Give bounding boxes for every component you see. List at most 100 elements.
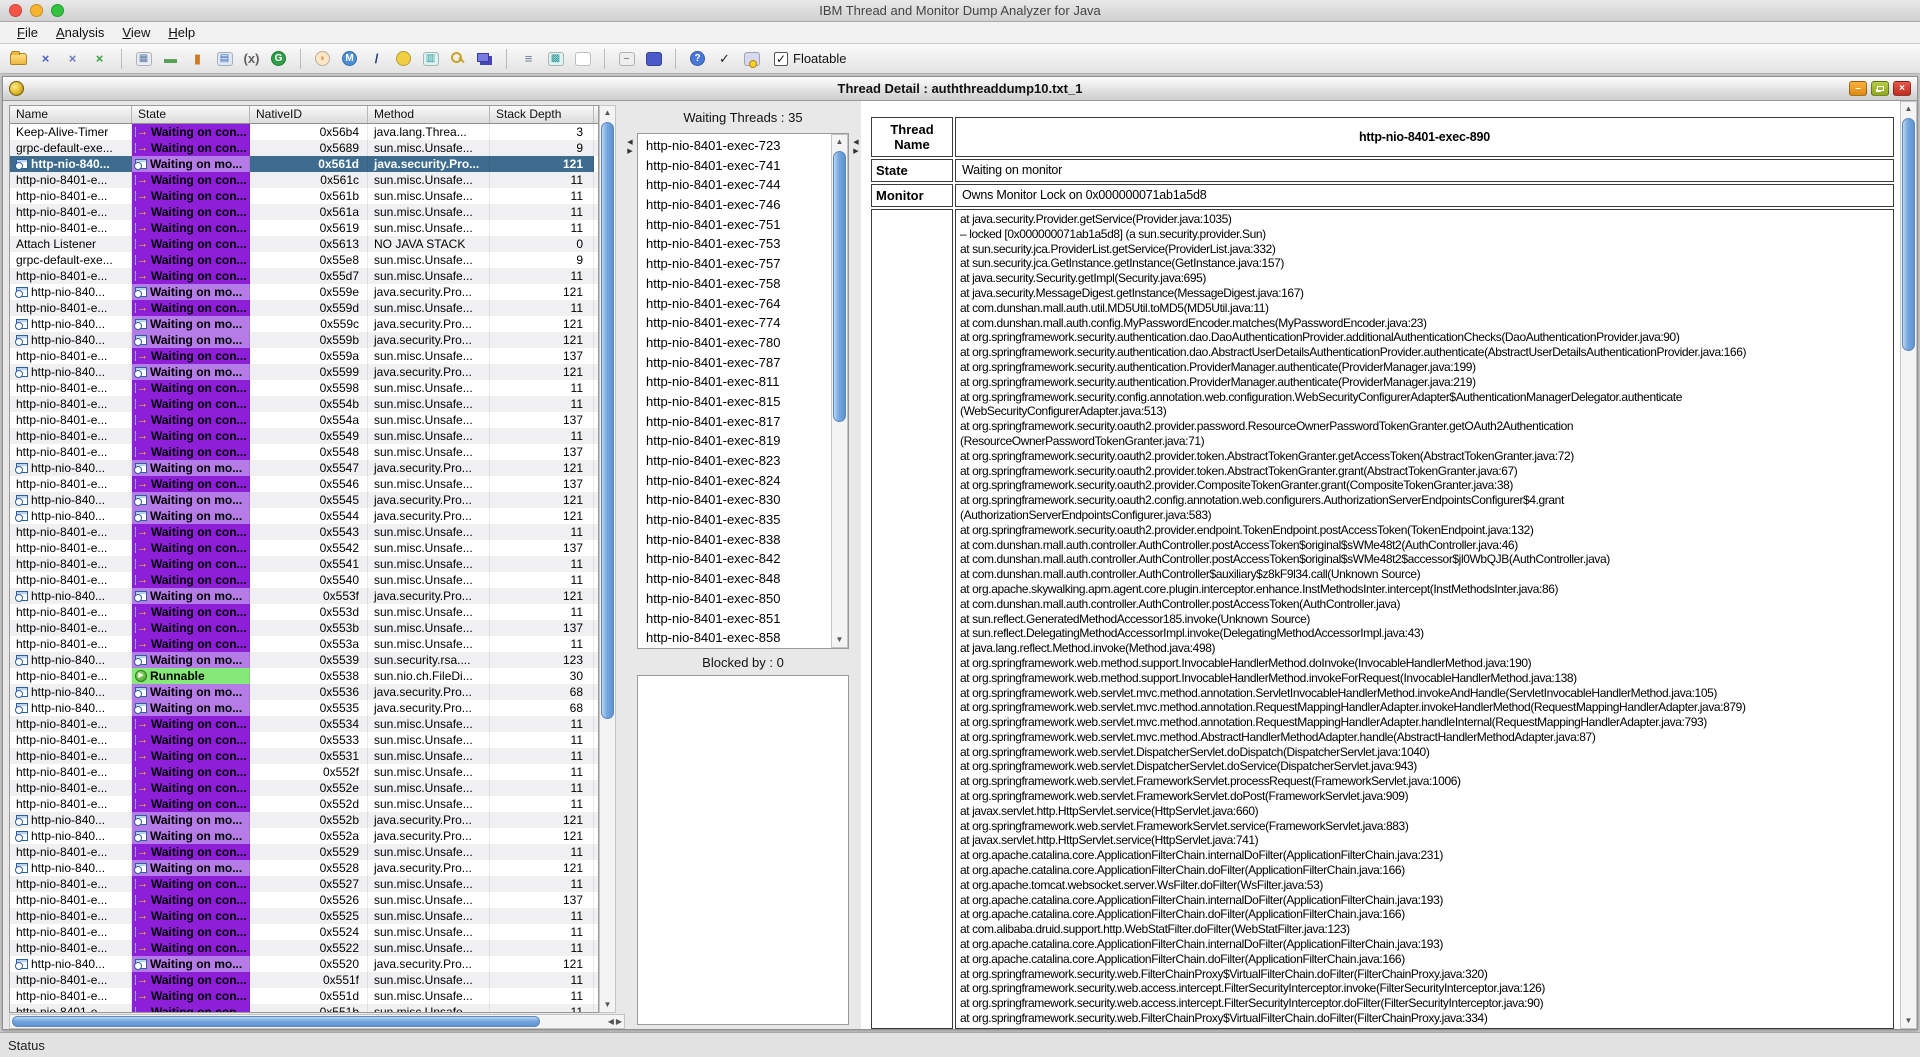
table-row[interactable]: http-nio-8401-e...→Waiting on con...0x55… (10, 972, 598, 988)
table-row[interactable]: http-nio-8401-e...→Waiting on con...0x55… (10, 748, 598, 764)
minimized-window-button[interactable]: – (616, 48, 637, 69)
waiting-thread-item[interactable]: http-nio-8401-exec-764 (638, 294, 831, 314)
table-row[interactable]: http-nio-8401-e...→Waiting on con...0x55… (10, 556, 598, 572)
table-row[interactable]: http-nio-8401-e...→Waiting on con...0x55… (10, 300, 598, 316)
collapse-left-icon[interactable]: ◀ (627, 139, 632, 146)
gear-button[interactable] (393, 48, 414, 69)
column-header-stack-depth[interactable]: Stack Depth (490, 106, 594, 123)
table-row[interactable]: http-nio-8401-e...→Waiting on con...0x56… (10, 204, 598, 220)
table-row[interactable]: http-nio-8401-e...→Waiting on con...0x55… (10, 524, 598, 540)
table-row[interactable]: http-nio-8401-e...→Waiting on con...0x55… (10, 732, 598, 748)
thread-table[interactable]: NameStateNativeIDMethodStack Depth Keep-… (9, 105, 599, 1013)
thread-table-hscrollbar[interactable]: ◀▶ (9, 1014, 625, 1029)
table-row[interactable]: http-nio-840...Waiting on mo...0x5547jav… (10, 460, 598, 476)
table-row[interactable]: http-nio-840...Waiting on mo...0x5545jav… (10, 492, 598, 508)
blocked-by-list[interactable] (637, 675, 849, 1025)
waiting-thread-item[interactable]: http-nio-8401-exec-838 (638, 530, 831, 550)
waiting-threads-list[interactable]: http-nio-8401-exec-723http-nio-8401-exec… (637, 133, 849, 649)
split-divider-right[interactable]: ◀ ▶ (851, 101, 861, 1029)
table-row[interactable]: http-nio-8401-e...→Waiting on con...0x55… (10, 924, 598, 940)
table-row[interactable]: http-nio-8401-e...→Waiting on con...0x56… (10, 172, 598, 188)
table-row[interactable]: http-nio-8401-e...→Waiting on con...0x56… (10, 220, 598, 236)
expand-right-icon[interactable]: ▶ (853, 148, 858, 155)
system-monitor-button[interactable]: ▥ (420, 48, 441, 69)
table-row[interactable]: http-nio-8401-e...→Waiting on con...0x55… (10, 396, 598, 412)
table-row[interactable]: Keep-Alive-Timer→Waiting on con...0x56b4… (10, 124, 598, 140)
waiting-thread-item[interactable]: http-nio-8401-exec-774 (638, 313, 831, 333)
zoom-window-icon[interactable] (51, 4, 64, 17)
waiting-thread-item[interactable]: http-nio-8401-exec-835 (638, 510, 831, 530)
ruler-button[interactable]: ▬ (160, 48, 181, 69)
cascade-windows-button[interactable] (474, 48, 495, 69)
table-row[interactable]: http-nio-840...Waiting on mo...0x553fjav… (10, 588, 598, 604)
table-row[interactable]: http-nio-840...Waiting on mo...0x5536jav… (10, 684, 598, 700)
table-row[interactable]: http-nio-8401-e...→Waiting on con...0x55… (10, 796, 598, 812)
scroll-up-icon[interactable]: ▲ (604, 106, 612, 120)
column-header-state[interactable]: State (132, 106, 250, 123)
table-row[interactable]: http-nio-8401-e...→Waiting on con...0x55… (10, 780, 598, 796)
table-row[interactable]: http-nio-8401-e...→Waiting on con...0x55… (10, 476, 598, 492)
native-quill-button[interactable]: / (366, 48, 387, 69)
key-button[interactable] (447, 48, 468, 69)
waiting-thread-item[interactable]: http-nio-8401-exec-758 (638, 274, 831, 294)
floatable-checkbox[interactable]: ✓ (774, 52, 788, 66)
thread-table-vscrollbar[interactable]: ▲ ▼ (599, 105, 616, 1013)
waiting-thread-item[interactable]: http-nio-8401-exec-842 (638, 549, 831, 569)
scroll-down-icon[interactable]: ▼ (1905, 1014, 1913, 1028)
close-window-icon[interactable] (9, 4, 22, 17)
delete-button[interactable]: × (89, 48, 110, 69)
scroll-right-icon[interactable]: ▶ (616, 1017, 622, 1026)
monitor-m-button[interactable]: M (339, 48, 360, 69)
scroll-down-icon[interactable]: ▼ (836, 633, 844, 647)
waiting-thread-item[interactable]: http-nio-8401-exec-746 (638, 195, 831, 215)
table-row[interactable]: http-nio-8401-e...→Waiting on con...0x55… (10, 764, 598, 780)
scroll-up-icon[interactable]: ▲ (836, 135, 844, 149)
menu-analysis[interactable]: Analysis (47, 25, 113, 40)
frame-close-button[interactable]: × (1893, 81, 1911, 96)
heap-pie-button[interactable]: ◗ (312, 48, 333, 69)
verify-check-button[interactable]: ✓ (714, 48, 735, 69)
expand-right-icon[interactable]: ▶ (627, 148, 632, 155)
waiting-thread-item[interactable]: http-nio-8401-exec-824 (638, 471, 831, 491)
menu-file[interactable]: File (8, 25, 47, 40)
compare-window-button[interactable] (572, 48, 593, 69)
column-header-name[interactable]: Name (10, 106, 132, 123)
waiting-thread-item[interactable]: http-nio-8401-exec-817 (638, 412, 831, 432)
table-row[interactable]: http-nio-8401-e...→Waiting on con...0x55… (10, 412, 598, 428)
table-row[interactable]: http-nio-8401-e...→Waiting on con...0x55… (10, 348, 598, 364)
frame-maximize-button[interactable] (1871, 81, 1889, 96)
minimize-window-icon[interactable] (30, 4, 43, 17)
table-row[interactable]: http-nio-840...Waiting on mo...0x559bjav… (10, 332, 598, 348)
table-row[interactable]: http-nio-840...Waiting on mo...0x5528jav… (10, 860, 598, 876)
table-row[interactable]: http-nio-8401-e...→Waiting on con...0x55… (10, 444, 598, 460)
table-row[interactable]: http-nio-840...Waiting on mo...0x5520jav… (10, 956, 598, 972)
thread-list-button[interactable]: ≡ (518, 48, 539, 69)
table-row[interactable]: http-nio-8401-e...→Waiting on con...0x55… (10, 844, 598, 860)
column-header-nativeid[interactable]: NativeID (250, 106, 368, 123)
waiting-thread-item[interactable]: http-nio-8401-exec-823 (638, 451, 831, 471)
waiting-thread-item[interactable]: http-nio-8401-exec-751 (638, 215, 831, 235)
thread-table-header[interactable]: NameStateNativeIDMethodStack Depth (10, 106, 598, 124)
waiting-thread-item[interactable]: http-nio-8401-exec-848 (638, 569, 831, 589)
memory-usage-button[interactable]: ▦ (133, 48, 154, 69)
table-row[interactable]: http-nio-8401-e...→Waiting on con...0x55… (10, 892, 598, 908)
table-row[interactable]: Attach Listener→Waiting on con...0x5613N… (10, 236, 598, 252)
frame-minimize-button[interactable]: – (1849, 81, 1867, 96)
table-row[interactable]: http-nio-8401-e...→Waiting on con...0x55… (10, 908, 598, 924)
scroll-up-icon[interactable]: ▲ (1905, 102, 1913, 116)
table-row[interactable]: http-nio-8401-e...→Waiting on con...0x55… (10, 604, 598, 620)
waiting-thread-item[interactable]: http-nio-8401-exec-757 (638, 254, 831, 274)
monitor-grid-button[interactable]: ▩ (545, 48, 566, 69)
open-file-button[interactable] (8, 48, 29, 69)
table-row[interactable]: http-nio-8401-e...→Waiting on con...0x55… (10, 636, 598, 652)
table-row[interactable]: http-nio-840...Waiting on mo...0x5544jav… (10, 508, 598, 524)
menu-view[interactable]: View (113, 25, 159, 40)
close-all-button[interactable]: × (62, 48, 83, 69)
table-row[interactable]: http-nio-8401-e...→Waiting on con...0x55… (10, 268, 598, 284)
split-divider-left[interactable]: ◀ ▶ (625, 101, 635, 1029)
table-row[interactable]: http-nio-8401-e...→Waiting on con...0x55… (10, 620, 598, 636)
column-header-method[interactable]: Method (368, 106, 490, 123)
table-row[interactable]: http-nio-840...Waiting on mo...0x552ajav… (10, 828, 598, 844)
table-row[interactable]: http-nio-8401-e...→Waiting on con...0x55… (10, 1004, 598, 1012)
table-row[interactable]: http-nio-8401-e...→Waiting on con...0x55… (10, 540, 598, 556)
